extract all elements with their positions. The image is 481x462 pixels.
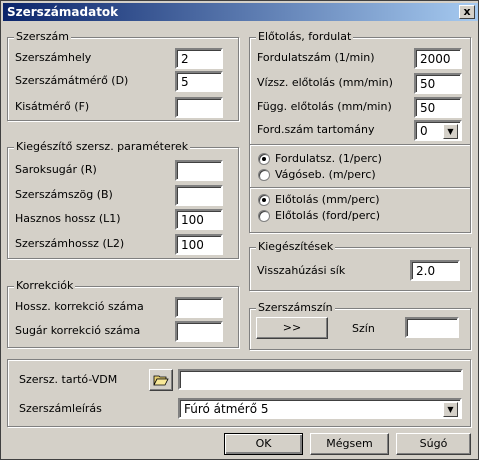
description-value: Fúró átmérő 5 <box>184 402 269 416</box>
corner-radius-label: Saroksugár (R) <box>15 163 97 176</box>
length-correction-label: Hossz. korrekció száma <box>15 300 144 313</box>
tool-angle-input[interactable] <box>175 185 223 206</box>
corner-radius-input[interactable] <box>175 160 223 181</box>
color-label: Szín <box>352 322 375 335</box>
feed-legend: Előtolás, fordulat <box>256 30 354 43</box>
tool-length-input[interactable]: 100 <box>175 234 223 255</box>
tool-length-label: Szerszámhossz (L2) <box>15 237 125 250</box>
speed-range-value: 0 <box>420 124 428 138</box>
browse-holder-button[interactable] <box>149 369 173 391</box>
tool-diameter-label: Szerszámátmérő (D) <box>15 74 129 87</box>
cancel-button[interactable]: Mégsem <box>310 433 389 455</box>
tool-angle-label: Szerszámszög (B) <box>15 188 113 201</box>
radius-correction-label: Sugár korrekció száma <box>15 324 141 337</box>
description-select[interactable]: Fúró átmérő 5 ▼ <box>178 398 462 419</box>
speed-mode-cutting-label[interactable]: Vágóseb. (m/perc) <box>275 168 376 181</box>
small-diameter-label: Kisátmérő (F) <box>15 100 90 113</box>
horizontal-feed-input[interactable]: 50 <box>414 73 462 94</box>
tool-slot-label: Szerszámhely <box>15 51 92 64</box>
useful-length-label: Hasznos hossz (L1) <box>15 212 121 225</box>
length-correction-input[interactable] <box>175 297 223 318</box>
corrections-legend: Korrekciók <box>14 279 76 292</box>
chevron-down-icon[interactable]: ▼ <box>443 402 458 417</box>
vertical-feed-input[interactable]: 50 <box>414 97 462 118</box>
holder-label: Szersz. tartó-VDM <box>19 373 118 386</box>
feed-separator-1 <box>250 144 470 146</box>
spindle-speed-input[interactable]: 2000 <box>414 48 462 69</box>
feed-separator-2 <box>250 187 470 189</box>
feed-mode-mm-label[interactable]: Előtolás (mm/perc) <box>275 193 380 206</box>
color-legend: Szerszámszín <box>256 301 335 314</box>
speed-range-select[interactable]: 0 ▼ <box>414 120 462 141</box>
speed-mode-cutting-radio[interactable] <box>258 169 270 181</box>
retract-plane-input[interactable]: 2.0 <box>410 260 460 281</box>
close-button[interactable]: x <box>459 5 475 19</box>
color-swatch-input[interactable] <box>405 317 459 338</box>
dialog-window: Szerszámadatok x Szerszám Szerszámhely 2… <box>0 0 479 460</box>
feed-mode-mm-radio[interactable] <box>258 194 270 206</box>
extra-params-legend: Kiegészítő szersz. paraméterek <box>14 140 191 153</box>
speed-mode-rpm-label[interactable]: Fordulatsz. (1/perc) <box>275 152 382 165</box>
useful-length-input[interactable]: 100 <box>175 209 223 230</box>
description-label: Szerszámleírás <box>19 402 102 415</box>
help-button[interactable]: Súgó <box>396 433 471 455</box>
speed-range-label: Ford.szám tartomány <box>257 123 375 136</box>
ok-button[interactable]: OK <box>224 433 303 455</box>
folder-open-icon <box>153 375 169 386</box>
radius-correction-input[interactable] <box>175 321 223 342</box>
spindle-speed-label: Fordulatszám (1/min) <box>257 51 375 64</box>
additions-legend: Kiegészítések <box>256 240 336 253</box>
speed-mode-rpm-radio[interactable] <box>258 153 270 165</box>
tool-slot-input[interactable]: 2 <box>175 48 223 69</box>
small-diameter-input[interactable] <box>175 97 223 118</box>
close-icon: x <box>463 5 471 18</box>
tool-diameter-input[interactable]: 5 <box>175 71 223 92</box>
tool-group-legend: Szerszám <box>14 30 72 43</box>
title-bar[interactable]: Szerszámadatok x <box>3 3 478 21</box>
chevron-down-icon[interactable]: ▼ <box>443 124 458 139</box>
feed-mode-rev-label[interactable]: Előtolás (ford/perc) <box>275 209 380 222</box>
vertical-feed-label: Függ. előtolás (mm/min) <box>257 100 392 113</box>
pick-color-button[interactable]: >> <box>256 317 328 339</box>
horizontal-feed-label: Vízsz. előtolás (mm/min) <box>257 76 393 89</box>
retract-plane-label: Visszahúzási sík <box>257 264 346 277</box>
feed-mode-rev-radio[interactable] <box>258 210 270 222</box>
holder-input[interactable] <box>178 369 463 390</box>
window-title: Szerszámadatok <box>7 5 119 19</box>
